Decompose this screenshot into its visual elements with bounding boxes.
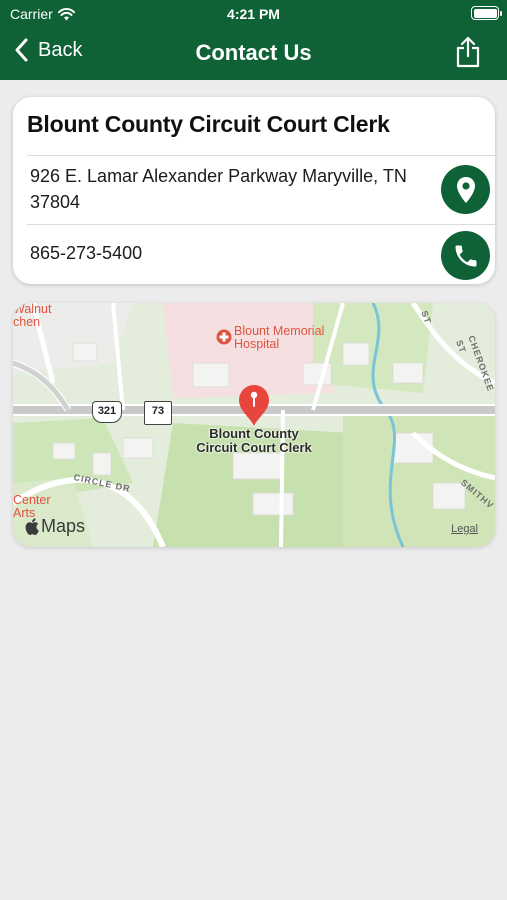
navigation-header: Carrier 4:21 PM Back Contact Us bbox=[0, 0, 507, 80]
battery-icon bbox=[471, 6, 502, 20]
map-pin-icon[interactable] bbox=[237, 383, 271, 427]
contact-card: Blount County Circuit Court Clerk 926 E.… bbox=[13, 97, 495, 284]
page-title: Contact Us bbox=[195, 40, 312, 65]
office-name: Blount County Circuit Court Clerk bbox=[27, 111, 390, 137]
poi-blount-memorial-hospital: Blount Memorial Hospital bbox=[234, 325, 324, 351]
location-pin-icon bbox=[456, 176, 475, 203]
status-time: 4:21 PM bbox=[227, 6, 280, 22]
pin-label-line: Circuit Court Clerk bbox=[196, 439, 312, 455]
status-bar: Carrier 4:21 PM bbox=[0, 0, 507, 28]
divider bbox=[27, 155, 495, 156]
route-73-shield: 73 bbox=[144, 401, 172, 425]
nav-bar: Back Contact Us bbox=[0, 30, 507, 76]
divider bbox=[27, 224, 495, 225]
apple-logo-icon bbox=[25, 518, 39, 535]
poi-walnut-kitchen: Walnut chen bbox=[13, 303, 51, 329]
call-button[interactable] bbox=[441, 231, 490, 280]
poi-label: chen bbox=[13, 315, 41, 329]
apple-maps-logo: Maps bbox=[25, 516, 85, 537]
pin-label-line: Blount County bbox=[209, 426, 299, 441]
directions-button[interactable] bbox=[441, 165, 490, 214]
map-view[interactable]: Walnut chen Blount Memorial Hospital Cen… bbox=[13, 303, 495, 547]
share-icon bbox=[456, 36, 480, 68]
maps-brand-label: Maps bbox=[41, 516, 86, 536]
phone-icon bbox=[455, 245, 476, 266]
phone-number[interactable]: 865-273-5400 bbox=[30, 243, 142, 264]
pin-label: Blount County Circuit Court Clerk bbox=[183, 427, 325, 454]
address-text: 926 E. Lamar Alexander Parkway Maryville… bbox=[30, 166, 407, 212]
route-321-shield: 321 bbox=[92, 401, 122, 423]
legal-link[interactable]: Legal bbox=[451, 523, 478, 535]
poi-label: Hospital bbox=[234, 337, 280, 351]
hospital-icon bbox=[216, 329, 232, 345]
share-button[interactable] bbox=[455, 36, 481, 73]
